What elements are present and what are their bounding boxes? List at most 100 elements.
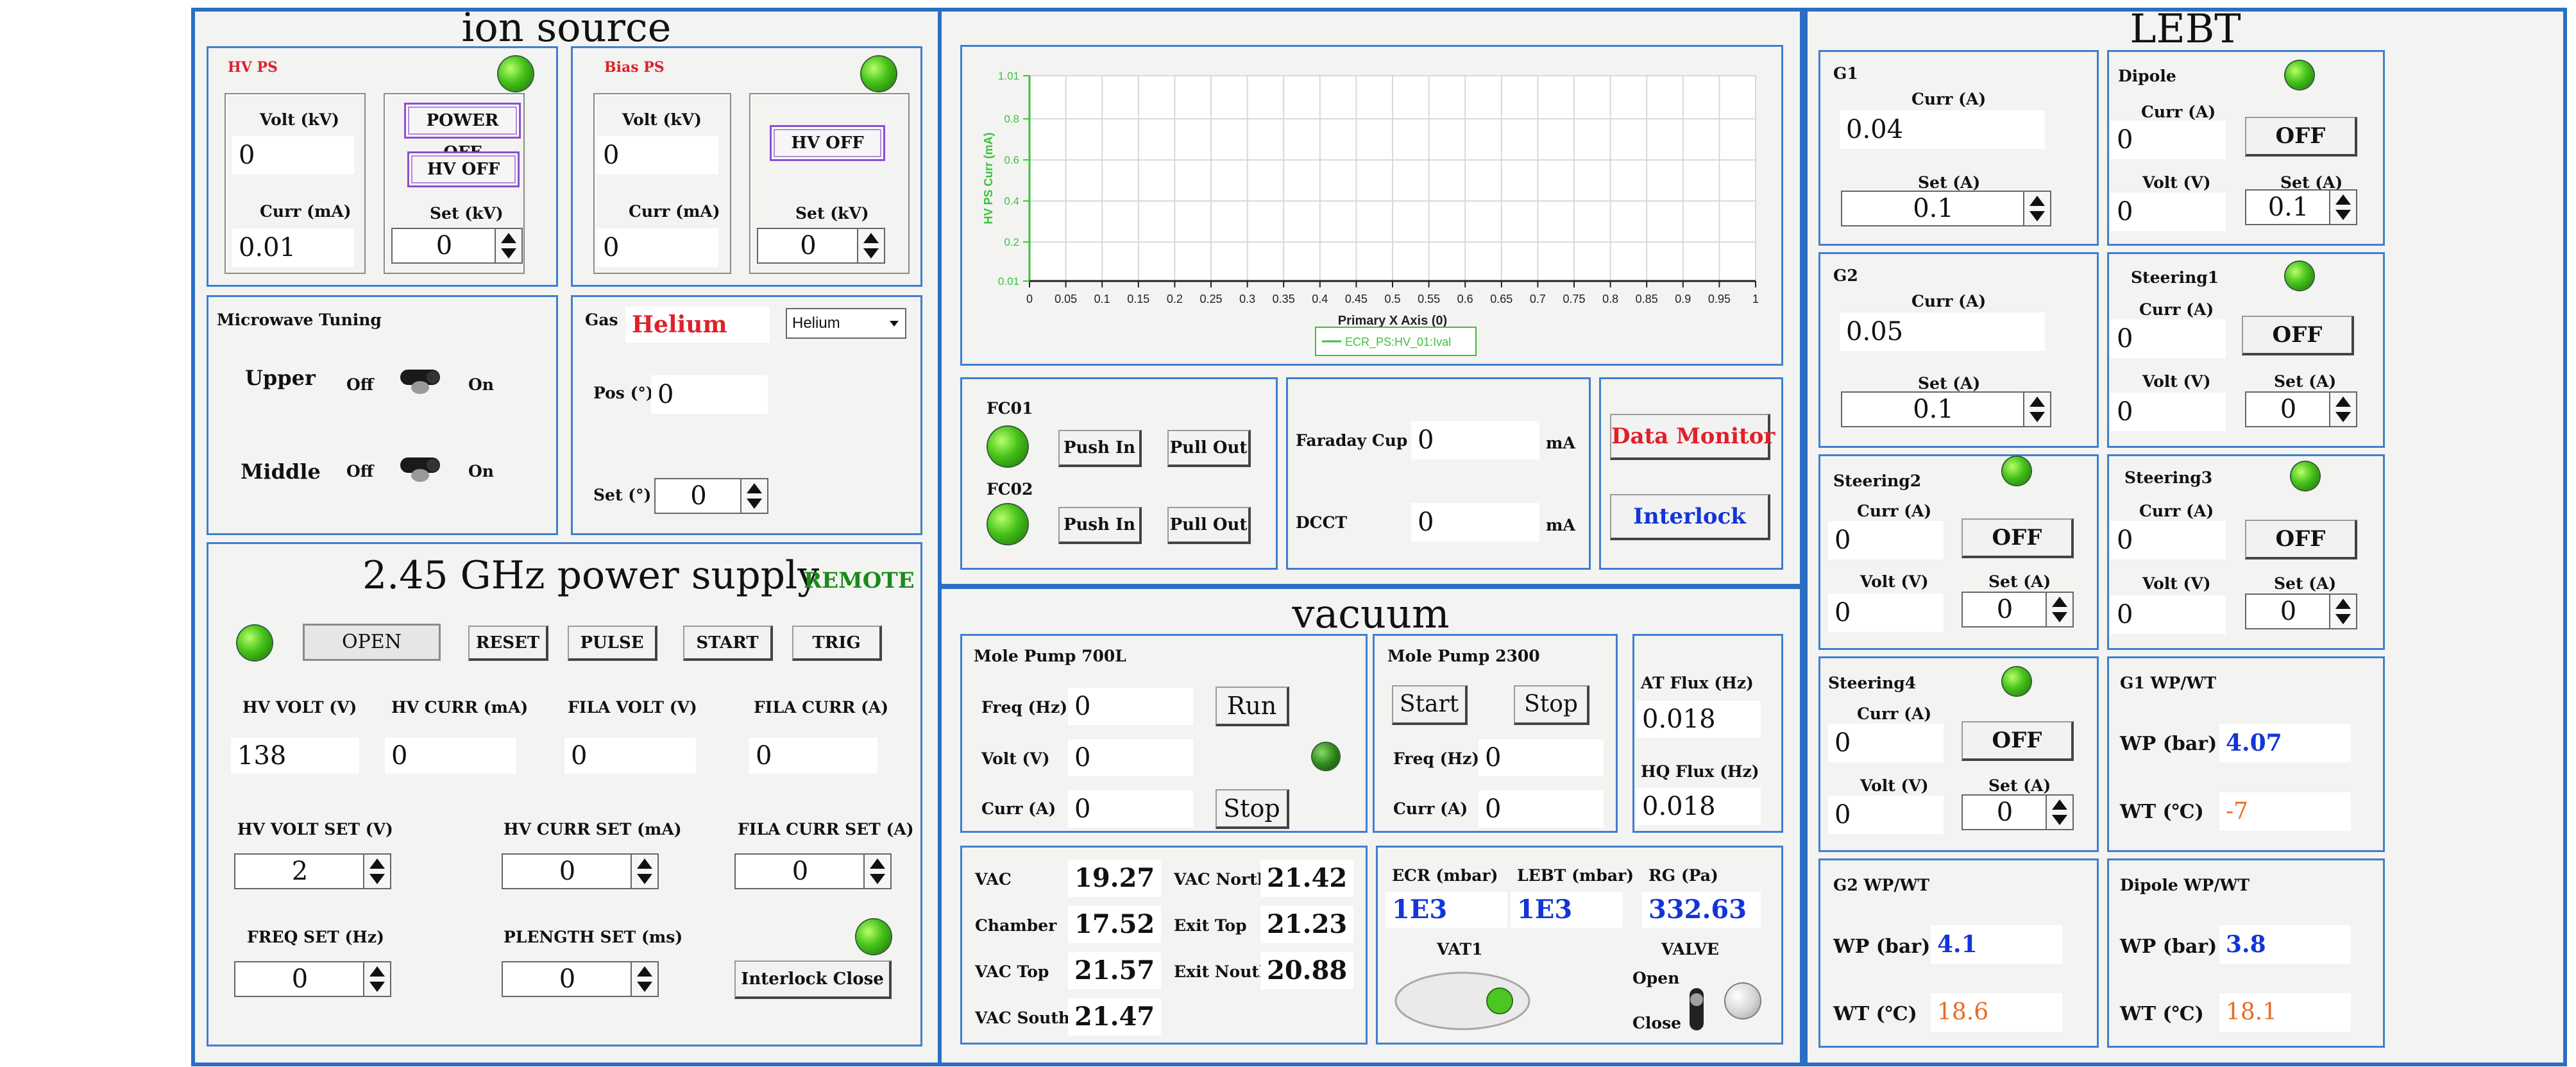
- g1-set-label: Set (A): [1918, 173, 1981, 192]
- gas-select[interactable]: Helium: [786, 308, 906, 339]
- y-tick-label: 0.4: [1004, 195, 1019, 207]
- ps245-hv-curr-set-stepper[interactable]: 0: [502, 853, 659, 889]
- ps245-plength-set-stepper[interactable]: 0: [502, 961, 659, 997]
- steering3-set-stepper[interactable]: 0: [2245, 593, 2357, 629]
- action-panel: [1599, 377, 1783, 570]
- steering4-off-button[interactable]: OFF: [1962, 721, 2074, 761]
- g1-wpwt-title: G1 WP/WT: [2120, 674, 2217, 692]
- ps245-interlock-close-button[interactable]: Interlock Close: [734, 960, 892, 999]
- microwave-tuning-panel: [207, 295, 558, 535]
- stepper-arrows[interactable]: [2023, 393, 2050, 426]
- steering1-set-stepper[interactable]: 0: [2245, 391, 2357, 427]
- biasps-volt-label: Volt (kV): [622, 110, 702, 129]
- steering2-off-button[interactable]: OFF: [1962, 518, 2074, 558]
- biasps-hv-off-button[interactable]: HV OFF: [770, 125, 885, 161]
- ps245-hv-volt-set-stepper[interactable]: 2: [234, 853, 391, 889]
- x-tick-label: 0.2: [1167, 293, 1183, 305]
- fc02-status-led: [988, 504, 1028, 544]
- mp700-run-button[interactable]: Run: [1216, 687, 1289, 726]
- dipole-wt-label: WT (℃): [2120, 1003, 2204, 1025]
- ps245-trig-button[interactable]: TRIG: [792, 626, 882, 661]
- stepper-arrows[interactable]: [2329, 393, 2356, 426]
- y-tick-label: 0.01: [998, 275, 1019, 287]
- ps245-fila-curr-value: 0: [749, 738, 877, 774]
- stepper-arrows[interactable]: [2046, 796, 2072, 829]
- stepper-arrows[interactable]: [631, 855, 657, 888]
- at-flux-label: AT Flux (Hz): [1641, 674, 1754, 692]
- fc02-push-in-button[interactable]: Push In: [1058, 507, 1142, 544]
- steering1-off-button[interactable]: OFF: [2242, 316, 2354, 355]
- steering2-set-value: 0: [1996, 595, 2013, 624]
- x-tick-label: 0.85: [1636, 293, 1658, 305]
- steering1-curr-label: Curr (A): [2139, 300, 2214, 319]
- steering2-set-label: Set (A): [1988, 572, 2051, 591]
- mp2300-title: Mole Pump 2300: [1387, 647, 1540, 665]
- microwave-upper-toggle[interactable]: [398, 364, 443, 397]
- stepper-arrows[interactable]: [740, 479, 767, 513]
- ps245-status-led: [237, 626, 272, 660]
- microwave-middle-toggle[interactable]: [398, 452, 443, 484]
- ps245-open-button[interactable]: OPEN: [303, 624, 441, 661]
- chamber-label: Chamber: [975, 916, 1057, 935]
- vat1-toggle[interactable]: [1392, 969, 1533, 1033]
- gas-current-value: Helium: [625, 307, 770, 343]
- steering4-set-stepper[interactable]: 0: [1962, 794, 2074, 830]
- hvps-curr-value: 0.01: [232, 228, 354, 267]
- ps245-start-button[interactable]: START: [683, 626, 773, 661]
- steering1-volt-value: 0: [2110, 393, 2226, 431]
- microwave-upper-off-label: Off: [346, 375, 374, 394]
- fc01-pull-out-button[interactable]: Pull Out: [1167, 430, 1251, 467]
- stepper-arrows[interactable]: [2329, 191, 2356, 224]
- at-flux-value: 0.018: [1636, 701, 1761, 738]
- biasps-set-stepper[interactable]: 0: [757, 228, 885, 264]
- stepper-arrows[interactable]: [363, 962, 390, 996]
- mp2300-start-button[interactable]: Start: [1392, 685, 1468, 725]
- gas-title: Gas: [585, 311, 618, 329]
- y-axis-title: HV PS Curr (mA): [982, 132, 995, 224]
- hvps-set-stepper[interactable]: 0: [391, 228, 523, 264]
- stepper-arrows[interactable]: [363, 855, 390, 888]
- hq-flux-label: HQ Flux (Hz): [1641, 762, 1759, 781]
- stepper-arrows[interactable]: [2329, 595, 2356, 628]
- steering2-status-led: [2003, 457, 2031, 485]
- g2-set-stepper[interactable]: 0.1: [1841, 391, 2051, 427]
- stepper-arrows[interactable]: [2046, 593, 2072, 626]
- x-tick-label: 0.05: [1055, 293, 1077, 305]
- stepper-arrows[interactable]: [631, 962, 657, 996]
- fc01-push-in-button[interactable]: Push In: [1058, 430, 1142, 467]
- data-monitor-button[interactable]: Data Monitor: [1610, 414, 1775, 460]
- steering1-title: Steering1: [2131, 268, 2219, 287]
- g1-curr-label: Curr (A): [1911, 90, 1987, 108]
- steering1-set-label: Set (A): [2274, 372, 2337, 391]
- hvps-power-off-button[interactable]: POWER OFF: [404, 103, 521, 162]
- valve-toggle[interactable]: [1686, 988, 1707, 1033]
- steering3-volt-value: 0: [2110, 595, 2226, 634]
- hvps-hv-off-button[interactable]: HV OFF: [407, 151, 520, 187]
- stepper-arrows[interactable]: [863, 855, 890, 888]
- biasps-set-value: 0: [800, 231, 817, 260]
- g1-set-stepper[interactable]: 0.1: [1841, 191, 2051, 226]
- fc02-pull-out-button[interactable]: Pull Out: [1167, 507, 1251, 544]
- ps245-hv-curr-label: HV CURR (mA): [391, 698, 529, 717]
- stepper-arrows[interactable]: [495, 229, 521, 262]
- ps245-pulse-button[interactable]: PULSE: [568, 626, 657, 661]
- steering1-set-value: 0: [2280, 395, 2297, 424]
- stepper-arrows[interactable]: [857, 229, 884, 262]
- mp700-stop-button[interactable]: Stop: [1216, 789, 1289, 829]
- steering2-set-stepper[interactable]: 0: [1962, 592, 2074, 627]
- ps245-freq-set-stepper[interactable]: 0: [234, 961, 391, 997]
- mp2300-stop-button[interactable]: Stop: [1514, 685, 1589, 725]
- ps245-fila-curr-set-stepper[interactable]: 0: [734, 853, 892, 889]
- steering2-volt-label: Volt (V): [1860, 572, 1929, 591]
- interlock-button[interactable]: Interlock: [1610, 494, 1770, 540]
- faraday-cup-value: 0: [1411, 421, 1539, 459]
- x-tick-label: 0.1: [1094, 293, 1110, 305]
- gas-set-stepper[interactable]: 0: [654, 478, 768, 514]
- dipole-set-stepper[interactable]: 0.1: [2245, 189, 2357, 225]
- ps245-reset-button[interactable]: RESET: [468, 626, 548, 661]
- ps245-fila-volt-value: 0: [564, 738, 696, 774]
- steering2-volt-value: 0: [1828, 593, 1944, 632]
- stepper-arrows[interactable]: [2023, 192, 2050, 225]
- dipole-off-button[interactable]: OFF: [2245, 117, 2357, 157]
- steering3-off-button[interactable]: OFF: [2245, 520, 2357, 559]
